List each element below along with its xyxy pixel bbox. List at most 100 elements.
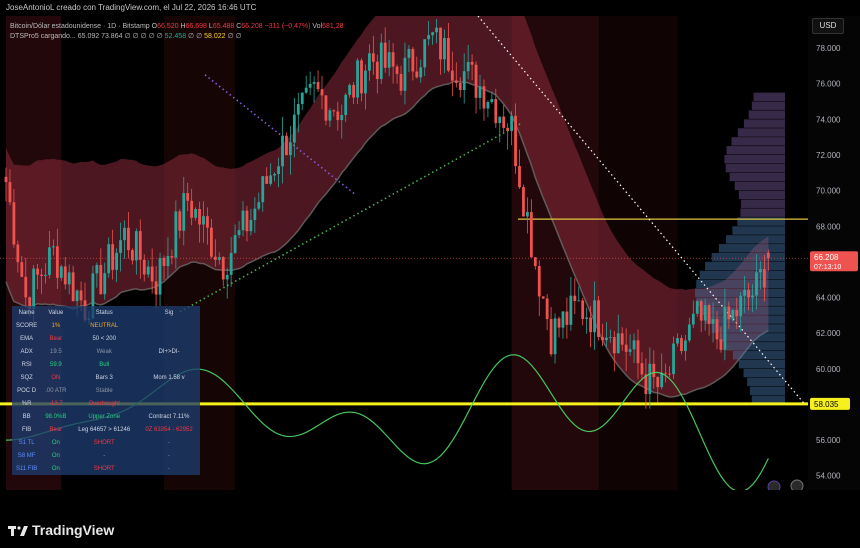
- candle-body: [423, 39, 427, 68]
- table-row: %R -13.7 Overbought: [12, 397, 200, 410]
- candle-body: [48, 247, 51, 275]
- candle-body: [640, 363, 644, 375]
- candle-body: [707, 305, 711, 324]
- profile-bar: [699, 270, 785, 280]
- profile-bar: [751, 101, 785, 110]
- candle-body: [237, 230, 241, 236]
- candle-body: [225, 274, 229, 280]
- profile-bar: [740, 199, 785, 208]
- candle-body: [44, 274, 47, 276]
- tradingview-logo[interactable]: TradingView: [8, 522, 114, 538]
- indicator-title[interactable]: DTSPro5 cargando...: [10, 33, 76, 40]
- candle-body: [526, 212, 529, 217]
- candle-body: [324, 95, 328, 121]
- candle-body: [399, 73, 403, 91]
- change-value: −311 (−0,47%): [264, 23, 311, 30]
- candle-body: [265, 176, 269, 184]
- candle-body: [616, 333, 620, 354]
- candle-body: [273, 173, 276, 176]
- profile-bar: [743, 368, 785, 378]
- candle-body: [585, 317, 589, 319]
- candle-body: [269, 175, 273, 184]
- profile-bar: [738, 190, 785, 200]
- table-cell: SHORT: [93, 439, 115, 446]
- indicator-value: ∅: [148, 33, 157, 40]
- indicator-value: ∅: [235, 33, 242, 40]
- table-row: RSI 59.9 Bull: [12, 358, 200, 371]
- indicator-value: 58.022: [204, 33, 228, 40]
- candle-body: [427, 35, 431, 40]
- table-cell: -: [103, 452, 106, 459]
- table-cell: 98.0%B: [45, 413, 67, 420]
- table-cell: RSI: [21, 361, 32, 368]
- candle-body: [419, 67, 423, 78]
- table-cell: -: [168, 465, 171, 472]
- candle-body: [565, 311, 569, 325]
- profile-bar: [749, 386, 785, 396]
- candle-body: [529, 212, 533, 258]
- candle-body: [450, 70, 454, 81]
- candle-body: [723, 306, 727, 350]
- candle-body: [241, 210, 245, 231]
- table-cell: Bars 3: [95, 374, 113, 381]
- header-cell: Name: [18, 309, 35, 316]
- candle-body: [348, 85, 352, 95]
- candle-body: [648, 363, 652, 394]
- candle-body: [352, 85, 355, 98]
- table-row: S11 FIB On SHORT -: [12, 462, 200, 475]
- table-cell: On: [51, 452, 60, 459]
- table-cell: POC D: [17, 387, 37, 394]
- profile-bar: [753, 92, 785, 102]
- table-cell: 19.5: [50, 348, 62, 355]
- candle-body: [138, 231, 142, 260]
- candle-body: [210, 227, 213, 257]
- candle-body: [680, 338, 683, 352]
- candle-body: [415, 71, 419, 78]
- candle-body: [620, 333, 624, 345]
- indicator-value: 65.092: [77, 33, 102, 40]
- profile-bar: [711, 324, 785, 333]
- table-cell: -13.7: [49, 400, 63, 407]
- candle-body: [478, 86, 482, 98]
- price-axis[interactable]: 54.00056.00058.00060.00062.00064.00066.0…: [808, 16, 860, 490]
- candle-body: [699, 301, 703, 321]
- y-tick-label: 54.000: [816, 472, 841, 481]
- candle-body: [652, 363, 656, 378]
- candle-body: [454, 80, 458, 84]
- indicator-value: 73.864: [101, 33, 125, 40]
- y-tick-label: 62.000: [816, 329, 841, 338]
- candle-body: [715, 319, 719, 340]
- candle-body: [482, 86, 486, 109]
- table-row: SCORE 1% NEUTRAL: [12, 319, 200, 332]
- profile-bar: [724, 154, 785, 164]
- candle-body: [676, 338, 679, 344]
- table-cell: Bull: [99, 361, 110, 368]
- candle-body: [174, 211, 178, 258]
- table-cell: ADX: [20, 348, 33, 355]
- candle-body: [134, 231, 138, 261]
- table-cell: 0Z 63354 - 62952: [145, 426, 193, 433]
- table-cell: Mom 1.58 v: [153, 374, 185, 381]
- table-row: FIB Bear Leg 64657 > 61246 0Z 63354 - 62952: [12, 423, 200, 436]
- candle-body: [502, 116, 506, 128]
- symbol-title[interactable]: Bitcoin/Dólar estadounidense · 1D · Bits…: [10, 23, 150, 30]
- table-cell: EMA: [20, 335, 34, 342]
- candle-body: [170, 256, 174, 258]
- profile-bar: [732, 226, 785, 235]
- candle-body: [494, 99, 498, 124]
- profile-bar: [732, 351, 785, 360]
- profile-bar: [696, 279, 785, 289]
- candle-body: [320, 89, 324, 96]
- candle-body: [190, 200, 194, 218]
- candle-body: [103, 273, 107, 295]
- candle-body: [162, 258, 166, 267]
- currency-button[interactable]: USD: [812, 18, 844, 34]
- symbol-row: Bitcoin/Dólar estadounidense · 1D · Bits…: [10, 23, 344, 30]
- support-price-label: 58.035: [814, 400, 839, 409]
- candle-body: [581, 300, 585, 319]
- table-cell: Upper Zone: [88, 413, 121, 420]
- profile-bar: [747, 377, 785, 387]
- candle-body: [229, 252, 233, 275]
- table-cell: On: [51, 465, 60, 472]
- candle-body: [123, 227, 126, 241]
